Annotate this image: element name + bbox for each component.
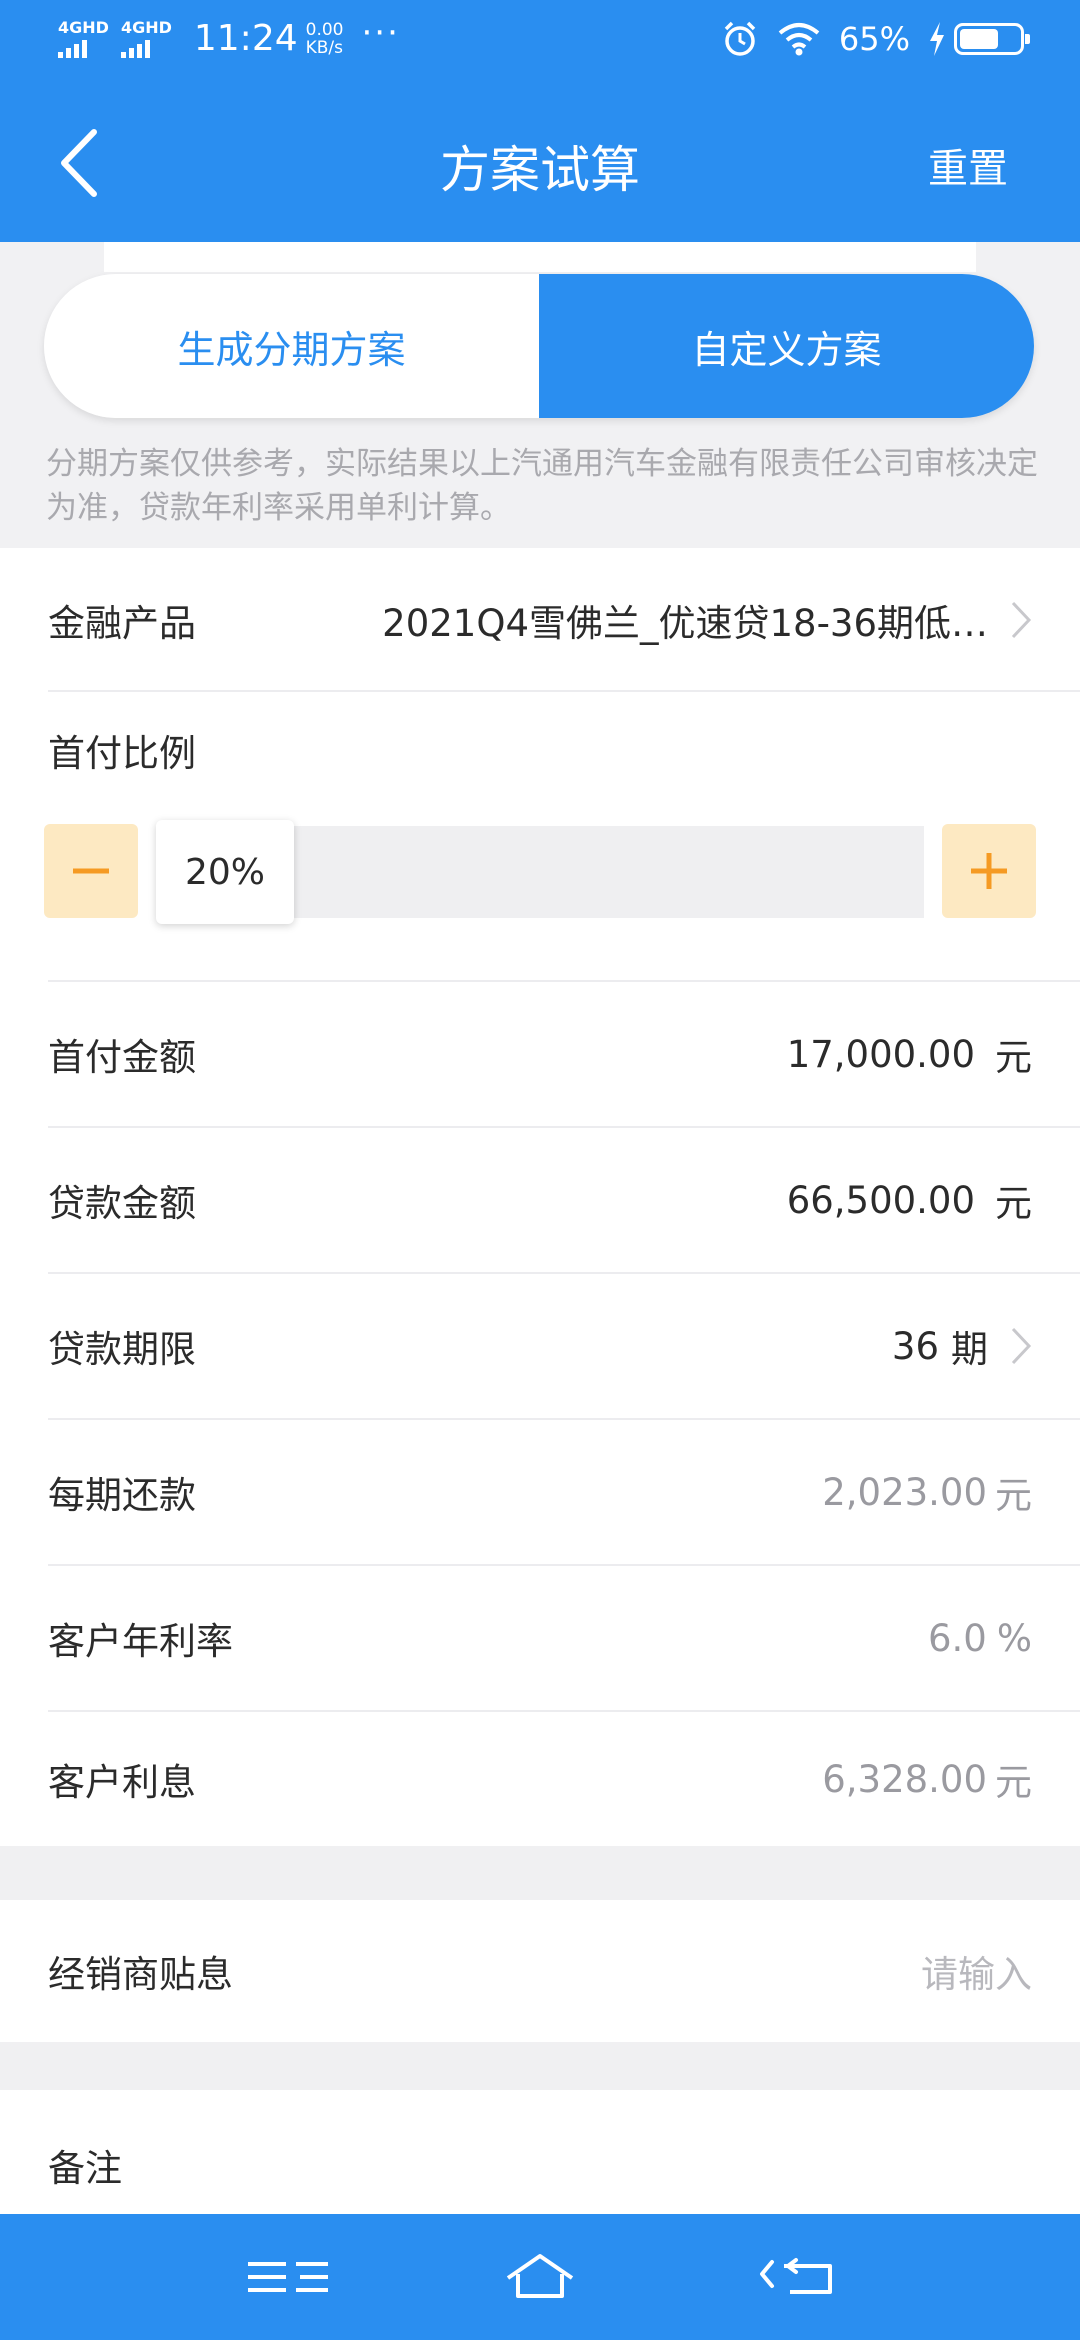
annual-rate-row: 客户年利率 6.0 % <box>48 1566 1032 1710</box>
home-icon[interactable] <box>490 2244 590 2310</box>
divider <box>48 690 1080 692</box>
down-payment-ratio-slider: 20% <box>44 820 1036 924</box>
loan-term-label: 贷款期限 <box>48 1328 196 1371</box>
tab-custom-plan[interactable]: 自定义方案 <box>539 274 1034 418</box>
monthly-payment-unit: 元 <box>995 1474 1032 1517</box>
product-value-wrap: 2021Q4雪佛兰_优速贷18-36期低… <box>382 593 1032 647</box>
monthly-payment-label: 每期还款 <box>48 1474 196 1517</box>
loan-amount-label: 贷款金额 <box>48 1182 196 1225</box>
chevron-right-icon <box>1011 1327 1032 1365</box>
down-payment-amount-value: 17,000.00 <box>786 1032 975 1076</box>
minus-icon <box>73 868 109 874</box>
product-label: 金融产品 <box>48 602 196 645</box>
increase-ratio-button[interactable] <box>942 824 1036 918</box>
dealer-subsidy-card: 经销商贴息 请输入 <box>0 1900 1080 2042</box>
speed-value: 0.00 <box>305 19 344 40</box>
status-time: 11:24 <box>193 18 298 59</box>
speed-unit: KB/s <box>305 37 344 58</box>
note-card: 备注 <box>0 2090 1080 2214</box>
chevron-right-icon <box>1011 601 1032 639</box>
network-label: 4GHD <box>120 17 172 37</box>
loan-term-value-wrap: 36 期 <box>892 1319 1032 1373</box>
network-speed: 0.00 KB/s <box>306 21 344 57</box>
annual-rate-unit: % <box>996 1616 1032 1660</box>
signal-icon <box>120 38 172 58</box>
loan-term-value: 36 <box>891 1324 939 1368</box>
battery-icon <box>954 23 1030 55</box>
product-row[interactable]: 金融产品 2021Q4雪佛兰_优速贷18-36期低… <box>48 548 1032 692</box>
down-payment-amount-label: 首付金额 <box>48 1036 196 1079</box>
system-nav-bar <box>0 2214 1080 2340</box>
down-payment-amount-unit: 元 <box>995 1036 1032 1079</box>
more-indicator: ··· <box>361 12 400 53</box>
note-label: 备注 <box>48 2147 122 2190</box>
loan-term-row[interactable]: 贷款期限 36 期 <box>48 1274 1032 1418</box>
network-indicator-2: 4GHD <box>120 17 172 58</box>
dealer-subsidy-label: 经销商贴息 <box>48 1953 233 1996</box>
tab-backdrop <box>104 242 976 272</box>
down-payment-amount-value-wrap: 17,000.00 元 <box>787 1027 1032 1081</box>
network-indicator-1: 4GHD <box>58 17 109 58</box>
menu-icon[interactable] <box>238 2244 338 2310</box>
plan-mode-tabs: 生成分期方案 自定义方案 <box>44 274 1034 418</box>
annual-rate-label: 客户年利率 <box>48 1620 233 1663</box>
disclaimer-text: 分期方案仅供参考，实际结果以上汽通用汽车金融有限责任公司审核决定为准，贷款年利率… <box>46 446 1038 526</box>
page-title: 方案试算 <box>440 141 640 199</box>
battery-percent: 65% <box>838 20 910 58</box>
status-bar: 4GHD 4GHD 11:24 0.00 KB/s ··· 65% <box>0 0 1080 82</box>
loan-form: 金融产品 2021Q4雪佛兰_优速贷18-36期低… 首付比例 20% 首付金额… <box>0 548 1080 1846</box>
interest-unit: 元 <box>995 1761 1032 1804</box>
status-right: 65% <box>721 20 1030 58</box>
alarm-icon <box>724 21 756 56</box>
loan-term-unit: 期 <box>951 1328 988 1371</box>
header-bar: 方案试算 重置 <box>0 82 1080 242</box>
slider-thumb[interactable]: 20% <box>156 820 294 924</box>
annual-rate-value-wrap: 6.0 % <box>928 1617 1032 1660</box>
interest-value-wrap: 6,328.00 元 <box>822 1752 1032 1806</box>
monthly-payment-value: 2,023.00 <box>822 1470 987 1514</box>
monthly-payment-row: 每期还款 2,023.00 元 <box>48 1420 1032 1564</box>
monthly-payment-value-wrap: 2,023.00 元 <box>822 1465 1032 1519</box>
plan-mode-section: 生成分期方案 自定义方案 分期方案仅供参考，实际结果以上汽通用汽车金融有限责任公… <box>0 242 1080 548</box>
signal-icon <box>58 38 109 58</box>
status-left: 4GHD 4GHD 11:24 0.00 KB/s ··· <box>58 13 400 59</box>
dealer-subsidy-input[interactable]: 请输入 <box>921 1944 1032 1998</box>
product-value: 2021Q4雪佛兰_优速贷18-36期低… <box>382 602 988 645</box>
loan-amount-value: 66,500.00 <box>786 1178 975 1222</box>
loan-amount-value-wrap: 66,500.00 元 <box>787 1173 1032 1227</box>
back-icon[interactable] <box>750 2244 850 2310</box>
down-payment-ratio-label: 首付比例 <box>48 732 196 775</box>
down-payment-ratio-row: 首付比例 <box>48 700 1032 800</box>
interest-row: 客户利息 6,328.00 元 <box>48 1712 1032 1846</box>
dealer-subsidy-row: 经销商贴息 请输入 <box>48 1900 1032 2042</box>
plus-icon <box>971 853 1007 889</box>
tab-generate-plan[interactable]: 生成分期方案 <box>44 274 539 418</box>
interest-label: 客户利息 <box>48 1761 196 1804</box>
decrease-ratio-button[interactable] <box>44 824 138 918</box>
wifi-icon <box>778 23 820 56</box>
down-payment-amount-row: 首付金额 17,000.00 元 <box>48 982 1032 1126</box>
reset-button[interactable]: 重置 <box>928 136 1008 194</box>
network-label: 4GHD <box>58 17 109 37</box>
loan-amount-unit: 元 <box>995 1182 1032 1225</box>
charging-icon <box>930 22 944 56</box>
annual-rate-value: 6.0 <box>927 1616 987 1660</box>
interest-value: 6,328.00 <box>822 1757 987 1801</box>
loan-amount-row: 贷款金额 66,500.00 元 <box>48 1128 1032 1272</box>
battery-fill <box>960 29 998 49</box>
